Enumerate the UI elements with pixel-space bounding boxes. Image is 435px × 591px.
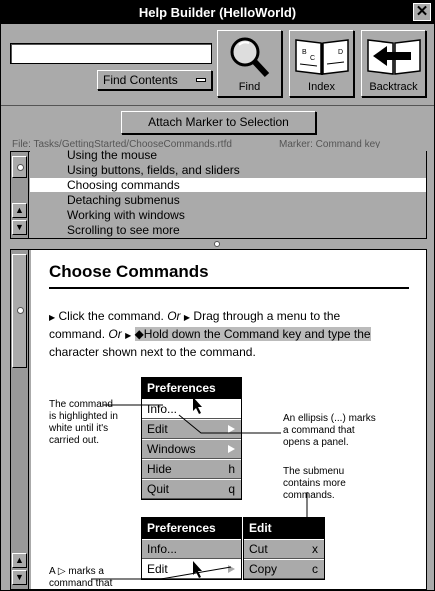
- index-button[interactable]: B C D Index: [289, 30, 354, 97]
- document-view: ▲ ▼ Choose Commands ▶ Click the command.…: [10, 249, 427, 590]
- magnifier-icon: [230, 37, 269, 78]
- backtrack-button-label: Backtrack: [369, 81, 418, 93]
- attach-marker-button[interactable]: Attach Marker to Selection: [121, 111, 316, 134]
- index-button-label: Index: [308, 81, 335, 93]
- split-view-divider-handle[interactable]: [214, 241, 220, 247]
- open-book-icon: B C D: [294, 39, 349, 75]
- title-bar[interactable]: Help Builder (HelloWorld) ✕: [1, 1, 434, 24]
- scroll-up-arrow-icon[interactable]: ▲: [12, 553, 27, 568]
- backtrack-book-icon: [366, 39, 421, 75]
- scroll-up-arrow-icon[interactable]: ▲: [12, 203, 27, 218]
- callout-lines: [91, 397, 308, 580]
- toolbar: Find Contents Find B C D Index Backtrack: [1, 24, 434, 106]
- document-page[interactable]: Choose Commands ▶ Click the command. Or …: [31, 250, 426, 589]
- find-scope-popup[interactable]: Find Contents: [97, 70, 212, 90]
- topic-list-scrollbar[interactable]: ▲ ▼: [11, 152, 29, 238]
- document-scroll-knob[interactable]: [12, 254, 27, 368]
- find-button-label: Find: [238, 81, 261, 93]
- list-item[interactable]: Working with windows: [30, 208, 426, 223]
- search-input[interactable]: [10, 43, 212, 64]
- close-icon[interactable]: ✕: [413, 3, 431, 21]
- list-item[interactable]: Scrolling to see more: [30, 223, 426, 238]
- popup-indicator-icon: [196, 78, 206, 82]
- topic-list: ▲ ▼ Using the mouse Using buttons, field…: [10, 148, 427, 239]
- mouse-pointer-icon: [193, 561, 202, 578]
- topic-list-scroll-knob[interactable]: [12, 156, 27, 178]
- find-scope-label: Find Contents: [103, 73, 178, 87]
- list-item[interactable]: Using the mouse: [30, 148, 426, 163]
- document-scrollbar[interactable]: ▲ ▼: [11, 250, 29, 589]
- svg-text:D: D: [338, 49, 343, 56]
- list-item-selected[interactable]: Choosing commands: [30, 178, 426, 193]
- list-item[interactable]: Using buttons, fields, and sliders: [30, 163, 426, 178]
- svg-text:B: B: [302, 49, 307, 56]
- find-button[interactable]: Find: [217, 30, 282, 97]
- mouse-pointer-icon: [193, 397, 202, 414]
- topic-list-items: Using the mouse Using buttons, fields, a…: [30, 148, 426, 238]
- scroll-down-arrow-icon[interactable]: ▼: [12, 220, 27, 235]
- window-title: Help Builder (HelloWorld): [138, 5, 297, 20]
- scroll-down-arrow-icon[interactable]: ▼: [12, 570, 27, 585]
- list-item[interactable]: Detaching submenus: [30, 193, 426, 208]
- svg-text:C: C: [310, 55, 315, 62]
- help-builder-window: Help Builder (HelloWorld) ✕ Find Content…: [0, 0, 435, 591]
- backtrack-button[interactable]: Backtrack: [361, 30, 426, 97]
